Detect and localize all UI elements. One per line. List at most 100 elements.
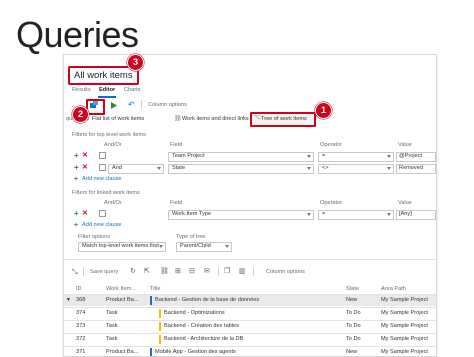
row-title[interactable]: Backend - Optimizations — [164, 310, 225, 317]
col-value: Value — [398, 200, 412, 206]
row-id[interactable]: 373 — [76, 323, 85, 330]
toolbar-separator — [253, 267, 254, 276]
expand-icon[interactable]: ⤡ — [72, 269, 78, 276]
type-of-tree-value: Parent/Child — [180, 243, 211, 249]
row-color-bar — [159, 322, 161, 331]
value-text: Removed — [399, 165, 423, 171]
add-clause-icon[interactable]: + — [74, 152, 79, 160]
results-col-type[interactable]: Work Item... — [106, 286, 136, 293]
section-divider — [64, 259, 436, 260]
type-of-tree-label: Type of tree — [176, 234, 206, 240]
col-field: Field — [170, 142, 183, 148]
andor-value: And — [112, 165, 122, 171]
field-dropdown[interactable]: Work Item Type — [168, 210, 314, 220]
value-dropdown[interactable]: [Any] — [396, 210, 436, 220]
col-andor: And/Or — [104, 142, 122, 148]
tab-charts[interactable]: Charts — [124, 87, 140, 94]
value-dropdown[interactable]: @Project — [396, 152, 436, 162]
toolbar-separator — [83, 267, 84, 276]
toolbar-separator — [218, 267, 219, 276]
run-query-icon[interactable] — [110, 102, 117, 109]
callout-1: 1 — [315, 102, 332, 119]
row-id[interactable]: 372 — [76, 336, 85, 343]
results-col-id[interactable]: ID — [76, 286, 82, 293]
col-field: Field — [170, 200, 183, 206]
linked-filters-heading: Filters for linked work items — [72, 190, 140, 196]
delete-clause-icon[interactable]: ✕ — [82, 164, 88, 171]
query-type-flat[interactable]: Flat list of work items — [92, 116, 144, 123]
query-name[interactable]: All work items — [68, 66, 139, 85]
column-options-link[interactable]: Column options — [148, 102, 187, 109]
column-options-link[interactable]: Column options — [266, 269, 305, 276]
add-new-clause-link[interactable]: Add new clause — [82, 176, 122, 183]
andor-dropdown[interactable]: And — [108, 164, 164, 174]
copy-icon[interactable]: ❐ — [224, 268, 230, 275]
row-id[interactable]: 374 — [76, 310, 85, 317]
query-editor-panel: All work items Results Editor Charts ↶ C… — [63, 54, 437, 357]
link-icon[interactable]: ⛓ — [160, 268, 169, 275]
tab-results[interactable]: Results — [72, 87, 91, 94]
operator-value: = — [322, 153, 326, 159]
row-color-bar — [159, 309, 161, 318]
col-value: Value — [398, 142, 412, 148]
row-title[interactable]: Backend - Création des tables — [164, 323, 239, 330]
callout-2: 2 — [72, 106, 89, 123]
clause-checkbox[interactable] — [99, 164, 106, 171]
collapse-row-icon[interactable]: ▼ — [66, 298, 71, 303]
refresh-icon[interactable]: ↻ — [130, 268, 136, 275]
filter-options-dropdown[interactable]: Match top-level work items first — [78, 242, 166, 252]
row-area: My Sample Project — [381, 323, 428, 329]
query-type-direct-links[interactable]: Work items and direct links — [182, 116, 249, 123]
callout-3: 3 — [127, 54, 144, 71]
row-state: New — [346, 297, 358, 303]
results-col-area[interactable]: Area Path — [381, 286, 406, 293]
tree-icon: ⌥ — [254, 115, 261, 121]
delete-clause-icon[interactable]: ✕ — [82, 210, 88, 217]
operator-value: <> — [322, 165, 329, 171]
value-text: @Project — [399, 153, 423, 159]
row-divider — [64, 346, 436, 347]
row-type: Task — [106, 336, 118, 342]
add-icon: + — [74, 176, 79, 183]
operator-value: = — [322, 211, 326, 217]
row-color-bar — [159, 335, 161, 344]
delete-clause-icon[interactable]: ✕ — [82, 152, 88, 159]
value-dropdown[interactable]: Removed — [396, 164, 436, 174]
operator-dropdown[interactable]: = — [318, 152, 394, 162]
add-icon: + — [74, 222, 79, 229]
add-clause-icon[interactable]: + — [74, 164, 79, 172]
columns-icon[interactable]: ▥ — [239, 268, 246, 275]
save-query-button[interactable]: Save query — [90, 269, 118, 276]
row-area: My Sample Project — [381, 297, 428, 303]
operator-dropdown[interactable]: = — [318, 210, 394, 220]
expand-all-icon[interactable]: ⊞ — [175, 268, 181, 275]
row-title[interactable]: Backend - Architecture de la DB — [164, 336, 243, 343]
email-icon[interactable]: ✉ — [204, 268, 210, 275]
undo-icon[interactable]: ↶ — [128, 101, 135, 109]
toolbar-separator — [141, 100, 142, 109]
field-dropdown[interactable]: Team Project — [168, 152, 314, 162]
tab-editor[interactable]: Editor — [99, 87, 115, 94]
row-color-bar — [150, 296, 152, 305]
slide-title: Queries — [16, 14, 139, 55]
open-icon[interactable]: ⇱ — [144, 268, 150, 275]
add-clause-icon[interactable]: + — [74, 210, 79, 218]
operator-dropdown[interactable]: <> — [318, 164, 394, 174]
tab-editor-underline — [98, 96, 116, 98]
row-title[interactable]: Backend - Gestion de la base de données — [155, 297, 259, 304]
results-col-title[interactable]: Title — [150, 286, 160, 293]
row-id[interactable]: 368 — [76, 297, 85, 304]
row-state: To Do — [346, 336, 361, 342]
row-type: Product Ba... — [106, 297, 139, 303]
results-col-state[interactable]: State — [346, 286, 359, 293]
add-query-icon[interactable] — [89, 101, 99, 109]
type-of-tree-dropdown[interactable]: Parent/Child — [176, 242, 232, 252]
field-dropdown[interactable]: State — [168, 164, 314, 174]
collapse-all-icon[interactable]: ⊟ — [189, 268, 195, 275]
col-andor: And/Or — [104, 200, 122, 206]
clause-checkbox[interactable] — [99, 152, 106, 159]
row-type: Task — [106, 310, 118, 316]
row-divider — [64, 333, 436, 334]
add-new-clause-link[interactable]: Add new clause — [82, 222, 122, 229]
clause-checkbox[interactable] — [99, 210, 106, 217]
